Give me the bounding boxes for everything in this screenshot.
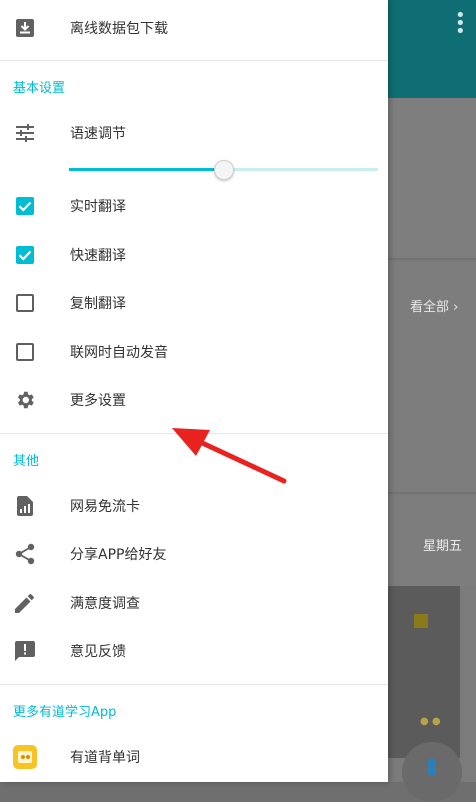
copy-translate-item[interactable]: 复制翻译 xyxy=(0,279,388,327)
checkbox-auto-pronounce[interactable] xyxy=(13,340,37,364)
quick-translate-label: 快速翻译 xyxy=(70,248,126,264)
background-image: ● ● xyxy=(388,586,460,758)
tune-icon xyxy=(13,121,37,145)
speech-speed-label: 语速调节 xyxy=(70,126,126,142)
free-data-card-item[interactable]: 网易免流卡 xyxy=(0,482,388,530)
microphone-icon xyxy=(428,758,436,776)
checkbox-icon xyxy=(16,197,34,215)
more-settings-label: 更多设置 xyxy=(70,393,126,409)
free-data-card-label: 网易免流卡 xyxy=(70,499,140,515)
image-detail xyxy=(414,614,428,628)
feedback-label: 意见反馈 xyxy=(70,644,126,660)
speech-speed-item: 语速调节 xyxy=(0,109,388,157)
more-settings-item[interactable]: 更多设置 xyxy=(0,376,388,424)
feedback-item[interactable]: 意见反馈 xyxy=(0,627,388,675)
feedback-icon xyxy=(13,639,37,663)
offline-download-item[interactable]: 离线数据包下载 xyxy=(0,4,388,52)
slider-fill xyxy=(69,168,224,171)
copy-translate-label: 复制翻译 xyxy=(70,296,126,312)
checkbox-icon xyxy=(16,246,34,264)
voice-input-button[interactable] xyxy=(402,742,462,802)
survey-item[interactable]: 满意度调查 xyxy=(0,579,388,627)
survey-label: 满意度调查 xyxy=(70,596,140,612)
vocab-app-icon xyxy=(13,745,37,769)
realtime-translate-label: 实时翻译 xyxy=(70,199,126,215)
overflow-menu-icon[interactable]: • • • xyxy=(455,7,466,41)
checkbox-realtime-translate[interactable] xyxy=(13,194,37,218)
sim-card-icon xyxy=(13,494,37,518)
background-card xyxy=(388,98,476,258)
divider xyxy=(0,433,388,434)
vocab-app-item[interactable]: 有道背单词 xyxy=(0,733,388,781)
image-detail: ● ● xyxy=(420,716,441,727)
view-all-link[interactable]: 看全部 › xyxy=(410,296,458,315)
download-icon xyxy=(13,16,37,40)
slider-thumb[interactable] xyxy=(213,160,234,180)
vocab-app-label: 有道背单词 xyxy=(70,750,140,766)
divider xyxy=(0,684,388,685)
navigation-drawer: 离线数据包下载 基本设置 语速调节 实时翻译 快速翻译 复制翻译 联网时自动发音… xyxy=(0,0,388,782)
checkbox-quick-translate[interactable] xyxy=(13,243,37,267)
auto-pronounce-label: 联网时自动发音 xyxy=(70,345,168,361)
pencil-icon xyxy=(13,591,37,615)
offline-download-label: 离线数据包下载 xyxy=(70,21,168,37)
background-divider xyxy=(388,492,476,494)
auto-pronounce-item[interactable]: 联网时自动发音 xyxy=(0,328,388,376)
share-app-item[interactable]: 分享APP给好友 xyxy=(0,530,388,578)
realtime-translate-item[interactable]: 实时翻译 xyxy=(0,182,388,230)
speech-speed-slider[interactable] xyxy=(69,160,378,180)
checkbox-copy-translate[interactable] xyxy=(13,291,37,315)
background-divider xyxy=(388,258,476,260)
gear-icon xyxy=(13,388,37,412)
checkbox-icon xyxy=(16,294,34,312)
share-icon xyxy=(13,542,37,566)
section-other: 其他 xyxy=(13,454,40,469)
checkbox-icon xyxy=(16,343,34,361)
divider xyxy=(0,60,388,61)
weekday-label: 星期五 xyxy=(423,539,463,554)
section-more-apps: 更多有道学习App xyxy=(13,705,117,720)
quick-translate-item[interactable]: 快速翻译 xyxy=(0,231,388,279)
section-basic-settings: 基本设置 xyxy=(13,81,66,96)
share-app-label: 分享APP给好友 xyxy=(70,547,167,563)
